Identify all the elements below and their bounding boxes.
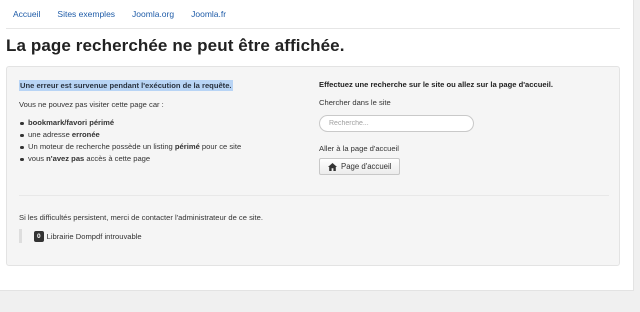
contact-message: Si les difficultés persistent, merci de …: [19, 213, 263, 222]
reason-intro: Vous ne pouvez pas visiter cette page ca…: [19, 100, 164, 109]
nav-divider: [6, 28, 620, 29]
search-input[interactable]: [319, 115, 474, 132]
error-message: Librairie Dompdf introuvable: [46, 231, 142, 241]
error-code-badge: 0: [34, 230, 44, 242]
error-panel: Une erreur est survenue pendant l'exécut…: [6, 66, 620, 266]
search-column: Effectuez une recherche sur le site ou a…: [319, 80, 609, 175]
home-label: Aller à la page d'accueil: [319, 144, 399, 153]
reason-list: bookmark/favori périmé une adresse erron…: [19, 117, 299, 165]
search-heading: Effectuez une recherche sur le site ou a…: [319, 80, 553, 89]
error-detail: 0 Librairie Dompdf introuvable: [19, 229, 142, 243]
nav-item-sites-exemples[interactable]: Sites exemples: [57, 9, 115, 19]
top-navigation: Accueil Sites exemples Joomla.org Joomla…: [13, 9, 243, 19]
panel-divider: [19, 195, 609, 196]
home-button[interactable]: Page d'accueil: [319, 158, 401, 175]
page-container: Accueil Sites exemples Joomla.org Joomla…: [0, 0, 634, 291]
list-item: une adresse erronée: [19, 129, 299, 141]
home-icon: [328, 162, 337, 171]
list-item: bookmark/favori périmé: [19, 117, 299, 129]
nav-item-joomla-org[interactable]: Joomla.org: [132, 9, 174, 19]
nav-item-joomla-fr[interactable]: Joomla.fr: [191, 9, 226, 19]
home-button-label: Page d'accueil: [341, 162, 392, 171]
page-title: La page recherchée ne peut être affichée…: [6, 36, 345, 55]
error-info-column: Une erreur est survenue pendant l'exécut…: [19, 80, 299, 165]
nav-item-accueil[interactable]: Accueil: [13, 9, 40, 19]
list-item: vous n'avez pas accès à cette page: [19, 153, 299, 165]
error-title: Une erreur est survenue pendant l'exécut…: [19, 80, 233, 91]
search-label: Chercher dans le site: [319, 98, 391, 107]
list-item: Un moteur de recherche possède un listin…: [19, 141, 299, 153]
